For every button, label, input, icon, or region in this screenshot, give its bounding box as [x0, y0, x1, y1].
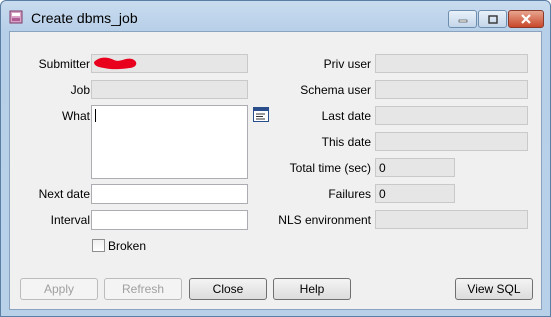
broken-checkbox[interactable] — [92, 239, 105, 252]
total-time-field: 0 — [375, 158, 455, 177]
close-button[interactable]: Close — [189, 278, 267, 300]
what-label: What — [61, 109, 90, 123]
broken-label: Broken — [108, 239, 147, 253]
submitter-label: Submitter — [38, 57, 90, 71]
close-button-label: Close — [212, 282, 244, 296]
title-bar[interactable]: Create dbms_job — [1, 1, 550, 31]
what-textarea[interactable] — [91, 105, 248, 179]
database-job-icon — [9, 10, 23, 24]
next-date-input[interactable] — [91, 184, 248, 204]
failures-label: Failures — [328, 187, 371, 201]
minimize-icon — [458, 19, 467, 23]
maximize-icon — [487, 14, 498, 24]
last-date-label: Last date — [321, 109, 371, 123]
schema-user-label: Schema user — [300, 83, 371, 97]
interval-input[interactable] — [91, 210, 248, 230]
job-field — [91, 80, 248, 99]
view-sql-button[interactable]: View SQL — [455, 278, 533, 300]
text-cursor — [95, 109, 96, 122]
next-date-label: Next date — [38, 187, 90, 201]
this-date-label: This date — [321, 135, 371, 149]
refresh-button[interactable]: Refresh — [104, 278, 182, 300]
apply-button-label: Apply — [43, 282, 75, 296]
view-sql-button-label: View SQL — [467, 282, 521, 296]
nls-environment-field — [375, 210, 528, 229]
redaction-scribble — [94, 57, 137, 70]
priv-user-field — [375, 54, 528, 73]
failures-field: 0 — [375, 184, 455, 203]
priv-user-label: Priv user — [323, 57, 371, 71]
dialog-body: Submitter Job What Next date Interval Br… — [9, 31, 542, 310]
schema-user-field — [375, 80, 528, 99]
window-title: Create dbms_job — [31, 10, 138, 26]
refresh-button-label: Refresh — [121, 282, 165, 296]
help-button-label: Help — [299, 282, 325, 296]
job-label: Job — [70, 83, 90, 97]
apply-button[interactable]: Apply — [20, 278, 98, 300]
close-icon — [521, 14, 531, 24]
maximize-button[interactable] — [478, 10, 507, 28]
help-button[interactable]: Help — [273, 278, 351, 300]
dialog-window: Create dbms_job Submitter Job What Next … — [0, 0, 551, 317]
total-time-label: Total time (sec) — [289, 161, 371, 175]
close-window-button[interactable] — [508, 10, 544, 28]
minimize-button[interactable] — [448, 10, 477, 28]
interval-label: Interval — [50, 213, 90, 227]
nls-environment-label: NLS environment — [278, 213, 371, 227]
this-date-field — [375, 132, 528, 151]
last-date-field — [375, 106, 528, 125]
